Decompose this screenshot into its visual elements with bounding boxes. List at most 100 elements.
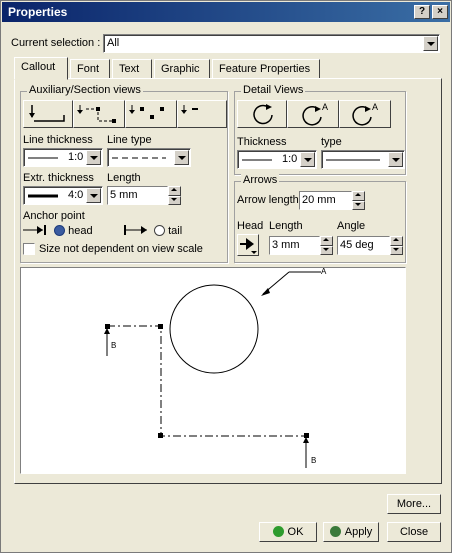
section-style-4-button[interactable] <box>177 100 227 128</box>
ok-label: OK <box>287 526 304 538</box>
spin-up-icon[interactable] <box>168 186 181 196</box>
solid-line-icon <box>326 159 380 161</box>
extr-thickness-combo[interactable]: 4:0 <box>23 186 103 205</box>
detail-circle-a-icon: A <box>302 102 328 126</box>
tab-feature-properties[interactable]: Feature Properties <box>212 59 320 79</box>
arrow-tail-icon <box>124 225 147 235</box>
head-type-label: Head <box>237 220 264 232</box>
section-marker-1 <box>105 324 110 329</box>
line-type-combo[interactable] <box>107 148 191 167</box>
detail-style-2-button[interactable]: A <box>287 100 339 128</box>
ok-button[interactable]: OK <box>259 522 317 542</box>
thickness-label: Thickness <box>237 136 287 148</box>
detail-views-legend: Detail Views <box>241 84 306 96</box>
tail-radio[interactable] <box>154 225 166 236</box>
size-independent-checkbox[interactable] <box>23 243 35 255</box>
detail-circle <box>169 284 259 374</box>
detail-views-group: Detail Views A A Thickness type 1:0 <box>234 84 406 175</box>
tab-graphic[interactable]: Graphic <box>154 59 210 79</box>
arrows-legend: Arrows <box>241 174 280 186</box>
head-length-input[interactable]: 3 mm <box>269 236 320 255</box>
section-style-1-button[interactable] <box>23 100 73 128</box>
head-label: head <box>68 225 93 237</box>
title-bar: Properties ? × <box>2 2 450 22</box>
ok-dot-icon <box>272 526 284 537</box>
tail-label: tail <box>168 225 183 237</box>
apply-button[interactable]: Apply <box>323 522 379 542</box>
preview-label-b1: B <box>111 341 116 350</box>
chevron-down-icon[interactable] <box>86 150 101 165</box>
line-thickness-value: 1:0 <box>68 151 84 163</box>
head-radio[interactable] <box>54 225 66 236</box>
callout-panel: Auxiliary/Section views Line thickness L… <box>14 78 442 484</box>
chevron-down-icon[interactable] <box>300 152 315 167</box>
length-label: Length <box>107 172 141 184</box>
arrow-length-input[interactable]: 20 mm <box>299 191 352 210</box>
extr-thickness-label: Extr. thickness <box>23 172 94 184</box>
tab-text[interactable]: Text <box>112 59 152 79</box>
spin-up-icon[interactable] <box>390 236 403 246</box>
tab-font[interactable]: Font <box>70 59 110 79</box>
current-selection-combo[interactable]: All <box>103 34 440 53</box>
preview-label-a: A <box>321 268 327 276</box>
angle-label: Angle <box>337 220 366 232</box>
auxiliary-section-legend: Auxiliary/Section views <box>27 84 143 96</box>
spin-down-icon[interactable] <box>320 245 333 255</box>
detail-style-3-button[interactable]: A <box>339 100 391 128</box>
apply-dot-icon <box>329 526 341 537</box>
preview-drawing: A B B <box>104 267 327 468</box>
detail-circle-label-icon: A <box>352 102 378 126</box>
spin-up-icon[interactable] <box>320 236 333 246</box>
head-length-spinner[interactable]: 3 mm <box>269 236 333 255</box>
chevron-down-icon[interactable] <box>86 188 101 203</box>
thick-line-icon <box>28 194 58 198</box>
arrow-length-spinner[interactable]: 20 mm <box>299 191 365 210</box>
detail-type-combo[interactable] <box>321 150 405 169</box>
section-marker-2 <box>158 324 163 329</box>
line-type-label: Line type <box>107 134 152 146</box>
more-button[interactable]: More... <box>387 494 441 514</box>
apply-label: Apply <box>344 526 373 538</box>
length-spinner[interactable]: 5 mm <box>107 186 181 205</box>
section-style-1-icon <box>29 105 65 122</box>
spin-up-icon[interactable] <box>352 191 365 201</box>
arrows-group: Arrows Arrow length: 20 mm Head Length A… <box>234 174 406 263</box>
svg-text:A: A <box>372 102 378 112</box>
properties-dialog: Properties ? × Current selection : All C… <box>0 0 452 553</box>
section-style-2-icon <box>77 105 116 123</box>
chevron-down-icon[interactable] <box>174 150 189 165</box>
head-length-label: Length <box>269 220 303 232</box>
spin-down-icon[interactable] <box>390 245 403 255</box>
anchor-tail-option[interactable]: tail <box>123 224 182 237</box>
spin-down-icon[interactable] <box>352 200 365 210</box>
angle-spinner[interactable]: 45 deg <box>337 236 403 255</box>
section-style-2-button[interactable] <box>73 100 125 128</box>
thin-line-icon <box>242 159 272 161</box>
extr-thickness-value: 4:0 <box>68 189 84 201</box>
size-independent-label: Size not dependent on view scale <box>39 243 203 255</box>
length-input[interactable]: 5 mm <box>107 186 168 205</box>
close-button[interactable]: Close <box>387 522 441 542</box>
detail-style-1-button[interactable] <box>237 100 287 128</box>
help-button[interactable]: ? <box>414 5 430 19</box>
current-selection-label: Current selection : <box>11 37 101 49</box>
head-type-button[interactable] <box>237 234 259 256</box>
preview-label-b2: B <box>311 456 316 465</box>
section-marker-4 <box>304 433 309 438</box>
thin-line-icon <box>28 157 58 159</box>
anchor-head-option[interactable]: head <box>23 224 93 237</box>
detail-thickness-combo[interactable]: 1:0 <box>237 150 317 169</box>
section-style-3-button[interactable] <box>125 100 177 128</box>
window-title: Properties <box>8 5 68 19</box>
chevron-down-icon[interactable] <box>423 36 438 51</box>
chevron-down-icon[interactable] <box>388 152 403 167</box>
section-style-3-icon <box>129 105 164 119</box>
detail-circle-arrow-icon <box>253 104 273 125</box>
angle-input[interactable]: 45 deg <box>337 236 390 255</box>
auxiliary-section-group: Auxiliary/Section views Line thickness L… <box>20 84 228 263</box>
spin-down-icon[interactable] <box>168 195 181 205</box>
detail-thickness-value: 1:0 <box>282 153 298 165</box>
close-window-button[interactable]: × <box>432 5 448 19</box>
tab-callout[interactable]: Callout <box>14 57 68 80</box>
line-thickness-combo[interactable]: 1:0 <box>23 148 103 167</box>
